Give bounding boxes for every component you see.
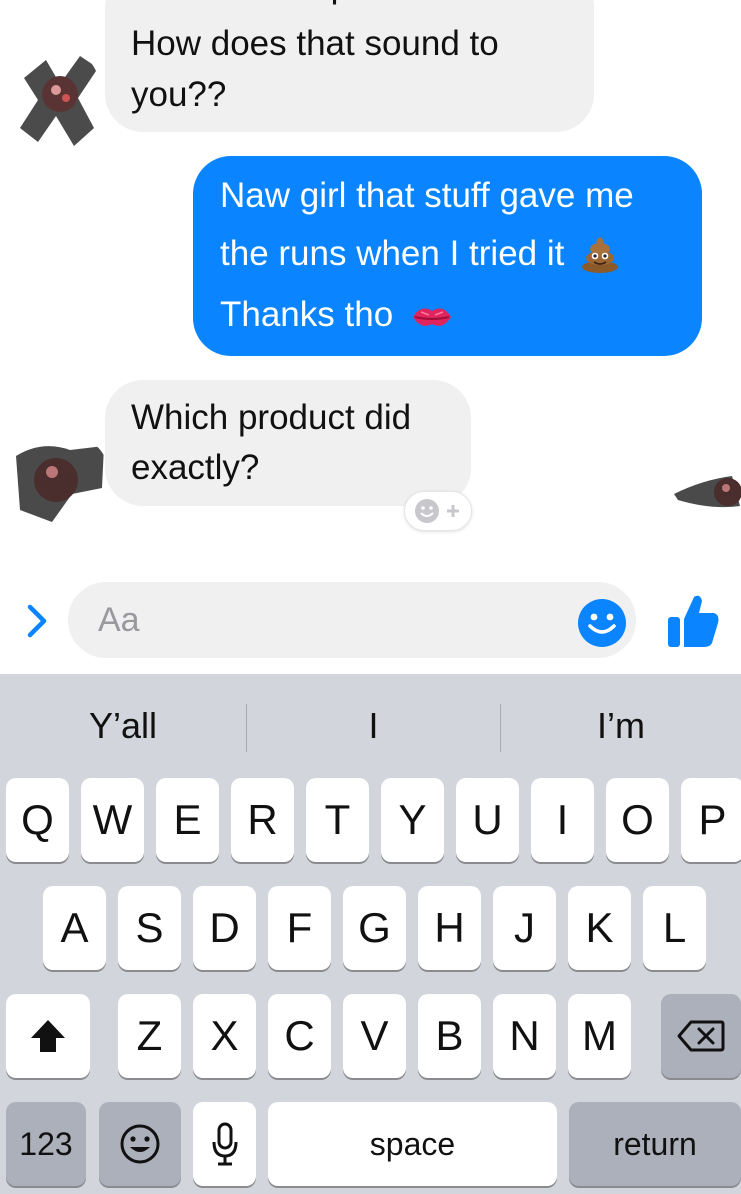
key-o[interactable]: O	[606, 778, 669, 862]
pile-of-poo-icon	[574, 230, 620, 281]
key-b[interactable]: B	[418, 994, 481, 1078]
key-z[interactable]: Z	[118, 994, 181, 1078]
outgoing-message-bubble[interactable]: Naw girl that stuff gave me the runs whe…	[193, 156, 702, 356]
key-l[interactable]: L	[643, 886, 706, 970]
message-line-with-emoji: the runs when I tried it	[220, 228, 620, 281]
add-reaction-icon	[415, 499, 459, 523]
key-p[interactable]: P	[681, 778, 741, 862]
key-v[interactable]: V	[343, 994, 406, 1078]
chevron-right-icon	[27, 604, 47, 638]
key-e[interactable]: E	[156, 778, 219, 862]
message-line: Which product did	[131, 398, 412, 437]
predictive-suggestion[interactable]: Y’all	[0, 674, 246, 778]
return-key[interactable]: return	[569, 1102, 741, 1186]
numbers-key[interactable]: 123	[6, 1102, 86, 1186]
message-line: the runs when I tried it	[220, 234, 565, 273]
key-x[interactable]: X	[193, 994, 256, 1078]
message-line: Thanks tho	[220, 295, 394, 334]
message-input[interactable]	[98, 598, 558, 642]
contact-avatar[interactable]	[16, 50, 100, 150]
key-f[interactable]: F	[268, 886, 331, 970]
message-line: exactly?	[131, 448, 260, 487]
shift-arrow-icon	[31, 1020, 65, 1052]
messenger-screen: FANTASTIC price of $60!! How does that s…	[0, 0, 741, 1194]
dictation-key[interactable]	[193, 1102, 256, 1186]
contact-avatar[interactable]	[12, 436, 108, 524]
key-q[interactable]: Q	[6, 778, 69, 862]
delete-key[interactable]	[661, 994, 741, 1078]
key-r[interactable]: R	[231, 778, 294, 862]
key-i[interactable]: I	[531, 778, 594, 862]
like-button[interactable]	[666, 591, 720, 649]
expand-actions-button[interactable]	[20, 601, 54, 641]
shift-key[interactable]	[6, 994, 90, 1078]
key-u[interactable]: U	[456, 778, 519, 862]
add-reaction-button[interactable]	[404, 491, 472, 531]
key-n[interactable]: N	[493, 994, 556, 1078]
message-line: How does that sound to	[131, 24, 499, 63]
smiley-icon	[578, 599, 626, 647]
read-receipt-avatar	[672, 466, 741, 522]
emoji-keyboard-key[interactable]	[99, 1102, 181, 1186]
key-g[interactable]: G	[343, 886, 406, 970]
key-h[interactable]: H	[418, 886, 481, 970]
predictive-suggestion[interactable]: I’m	[501, 674, 741, 778]
key-t[interactable]: T	[306, 778, 369, 862]
incoming-message-bubble[interactable]: FANTASTIC price of $60!! How does that s…	[105, 0, 594, 132]
space-key[interactable]: space	[268, 1102, 557, 1186]
emoji-picker-button[interactable]	[577, 598, 627, 648]
emoji-face-icon	[120, 1124, 160, 1164]
thumbs-up-icon	[668, 595, 719, 647]
message-line: FANTASTIC price of $60!!	[131, 0, 533, 11]
backspace-icon	[677, 1020, 725, 1052]
microphone-icon	[212, 1122, 237, 1166]
key-j[interactable]: J	[493, 886, 556, 970]
message-line: Naw girl that stuff gave me	[220, 176, 634, 215]
incoming-message-bubble[interactable]: Which product did exactly?	[105, 380, 471, 506]
ios-keyboard: Y’all I I’m Q W E R T Y U I O P A S D F …	[0, 674, 741, 1194]
key-y[interactable]: Y	[381, 778, 444, 862]
key-a[interactable]: A	[43, 886, 106, 970]
key-d[interactable]: D	[193, 886, 256, 970]
key-k[interactable]: K	[568, 886, 631, 970]
message-composer	[68, 582, 636, 658]
message-line: you??	[131, 75, 227, 114]
key-m[interactable]: M	[568, 994, 631, 1078]
message-line-with-emoji: Thanks tho	[220, 289, 453, 342]
key-s[interactable]: S	[118, 886, 181, 970]
kiss-mark-icon	[403, 291, 453, 342]
key-c[interactable]: C	[268, 994, 331, 1078]
key-w[interactable]: W	[81, 778, 144, 862]
predictive-suggestion[interactable]: I	[247, 674, 500, 778]
